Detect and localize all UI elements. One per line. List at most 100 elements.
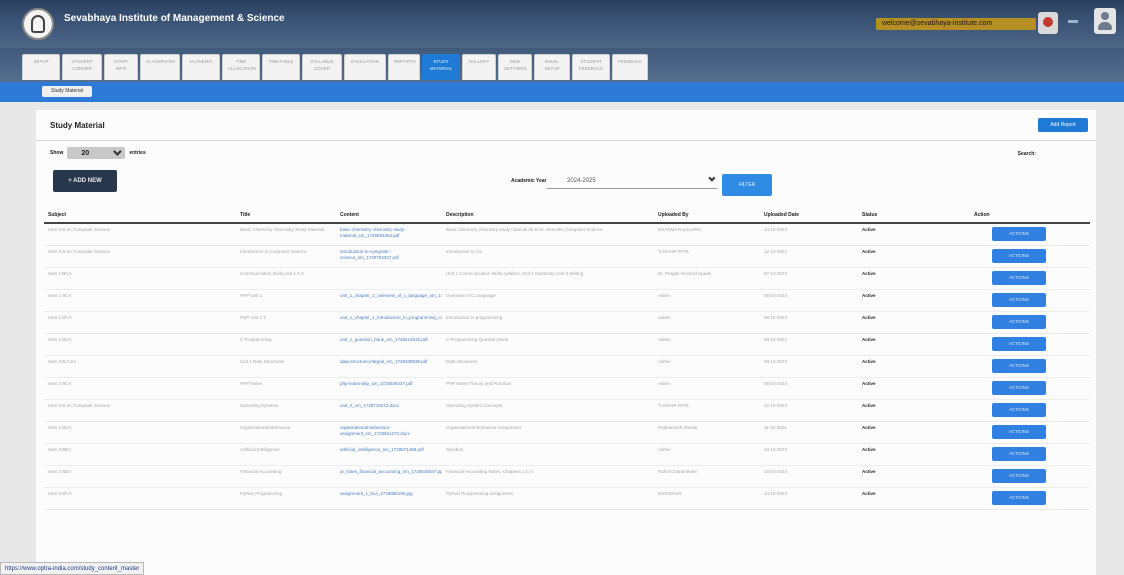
content-link[interactable]: ai_notes_financial_accounting_sm_1728548… (336, 465, 442, 488)
action-cell: ACTIONS (970, 487, 1090, 510)
description-cell: C Programming Question Bank (442, 333, 654, 356)
nav-tab-classroom[interactable]: CLASSROOM (140, 54, 180, 80)
subject-cell: Sem 3 BCA (44, 377, 236, 400)
user-email-badge[interactable]: welcome@sevabhaya-institute.com (876, 18, 1036, 30)
nav-tab-web-settings[interactable]: WEB SETTINGS (498, 54, 532, 80)
uploaded-date-cell: 12-10-2024 (760, 399, 858, 422)
content-link[interactable]: unit_1_question_bank_sm_1728410632.pdf (336, 333, 442, 356)
description-cell: Syllabus (442, 443, 654, 466)
action-cell: ACTIONS (970, 223, 1090, 246)
user-avatar-icon[interactable] (1094, 8, 1116, 34)
nav-tab-email-setup[interactable]: EMAIL SETUP (534, 54, 570, 80)
uploaded-by-cell: TUSHAR PATIL (654, 399, 760, 422)
column-header-content[interactable]: Content (336, 206, 442, 224)
main-navigation: SETUP STUDENT CORNER STAFF INFO CLASSROOM AC… (0, 48, 1124, 82)
add-new-button[interactable]: + ADD NEW (53, 170, 117, 192)
content-link[interactable]: basic-chemistry-chemistry-study-material… (336, 223, 442, 246)
actions-button[interactable]: ACTIONS (992, 314, 1046, 329)
uploaded-by-cell: Admin (654, 443, 760, 466)
actions-button[interactable]: ACTIONS (992, 446, 1046, 461)
entries-value: 20 (81, 149, 90, 157)
nav-tab-syllabus-cover[interactable]: SYLLABUS COVER (302, 54, 342, 80)
column-header-action[interactable]: Action (970, 206, 1090, 224)
shield-icon[interactable] (1038, 12, 1058, 34)
nav-tab-time-allocation[interactable]: TIME ALLOCATION (222, 54, 260, 80)
nav-tab-timetable[interactable]: TIMETABLE (262, 54, 300, 80)
actions-button[interactable]: ACTIONS (992, 402, 1046, 417)
content-link[interactable]: assignment_1_bca_1728886190.jpg (336, 487, 442, 510)
nav-tab-study-material[interactable]: STUDY MATERIAL (422, 54, 460, 80)
actions-button[interactable]: ACTIONS (992, 227, 1046, 241)
actions-button[interactable]: ACTIONS (992, 490, 1046, 505)
nav-tab-student-corner[interactable]: STUDENT CORNER (62, 54, 102, 80)
actions-button[interactable]: ACTIONS (992, 336, 1046, 351)
description-cell: Operating System Concepts (442, 399, 654, 422)
entries-select[interactable]: 20 (67, 147, 126, 159)
column-header-title[interactable]: Title (236, 206, 336, 224)
action-cell: ACTIONS (970, 289, 1090, 312)
institute-logo-icon[interactable] (22, 8, 54, 40)
action-cell: ACTIONS (970, 267, 1090, 290)
description-cell: Financial Accounting Notes, Chapters 1 t… (442, 465, 654, 488)
content-link[interactable]: organisational-behaviour-assignment_sm_1… (336, 421, 442, 444)
nav-tab-reports[interactable]: REPORTS (388, 54, 420, 80)
uploaded-by-cell: TUSHAR PATIL (654, 245, 760, 268)
description-cell: Data Structures (442, 355, 654, 378)
actions-button[interactable]: ACTIONS (992, 270, 1046, 285)
subject-cell: Sem 1 BCA (44, 421, 236, 444)
add-report-button[interactable]: Add Report (1038, 118, 1088, 132)
column-header-status[interactable]: Status (858, 206, 970, 224)
status-cell: Active (858, 487, 970, 510)
study-material-table: Subject Title Content Description Uploaded B… (44, 206, 1090, 510)
subject-cell: Sem 1 BCA (44, 267, 236, 290)
study-material-subnav-button[interactable]: Study Material (42, 86, 92, 97)
title-cell: Operating Systems (236, 399, 336, 422)
title-cell: Artificial Intelligence (236, 443, 336, 466)
subject-cell: Sem 3 BCA (44, 487, 236, 510)
table-row: Sem 1 BCA Organisational Behaviour organis… (44, 421, 1090, 444)
column-header-description[interactable]: Description (442, 206, 654, 224)
actions-button[interactable]: ACTIONS (992, 358, 1046, 373)
actions-button[interactable]: ACTIONS (992, 380, 1046, 395)
nav-tab-staff-info[interactable]: STAFF INFO (104, 54, 138, 80)
content-link[interactable]: data-structure-integral_sm_1728408838.pd… (336, 355, 442, 378)
table-row: Sem 1 BCA Communication Skills Unit 1 2 3… (44, 267, 1090, 290)
nav-tab-student-feedback[interactable]: STUDENT FEEDBACK (572, 54, 610, 80)
status-cell: Active (858, 399, 970, 422)
column-header-uploaded-date[interactable]: Uploaded Date (760, 206, 858, 224)
uploaded-by-cell: Rahul Chandrakant (654, 465, 760, 488)
content-link[interactable]: php-notes-php_sm_1728408237.pdf (336, 377, 442, 400)
actions-button[interactable]: ACTIONS (992, 468, 1046, 483)
nav-tab-gallery[interactable]: GALLERY (462, 54, 496, 80)
status-cell: Active (858, 333, 970, 356)
filter-button[interactable]: FILTER (722, 174, 772, 196)
description-cell: Python Programming Assignment (442, 487, 654, 510)
chevron-down-icon[interactable] (1068, 18, 1086, 26)
column-header-subject[interactable]: Subject (44, 206, 236, 224)
uploaded-date-cell: 10-10-2024 (760, 465, 858, 488)
title-cell: Financial Accounting (236, 465, 336, 488)
column-header-uploaded-by[interactable]: Uploaded By (654, 206, 760, 224)
status-bar-url: https://www.optra-india.com/study_conten… (0, 562, 145, 575)
actions-button[interactable]: ACTIONS (992, 292, 1046, 307)
content-link[interactable]: unit_2_sm_1728716072.docx (336, 399, 442, 422)
academic-year-select[interactable]: 2024-2025 (547, 173, 717, 189)
content-link[interactable]: unit_1_chapter_1_introduction_to_program… (336, 311, 442, 334)
action-cell: ACTIONS (970, 377, 1090, 400)
content-link[interactable]: artificial_intelligence_sm_1728571468.pd… (336, 443, 442, 466)
actions-button[interactable]: ACTIONS (992, 424, 1046, 439)
nav-tab-feedback[interactable]: FEEDBACK (612, 54, 648, 80)
uploaded-by-cell: Admin (654, 289, 760, 312)
content-link[interactable]: introduction-to-computer-science_sm_1728… (336, 245, 442, 268)
uploaded-date-cell: 08-10-2024 (760, 311, 858, 334)
content-link[interactable] (336, 267, 442, 290)
nav-tab-evaluation[interactable]: EVALUATION (344, 54, 386, 80)
page-title: Study Material (50, 121, 105, 130)
nav-tab-academic[interactable]: ACADEMIC (182, 54, 220, 80)
subject-cell: Sem 1 BCA (44, 289, 236, 312)
uploaded-date-cell: 08-10-2024 (760, 289, 858, 312)
table-row: Sem 1 BCA C Programming unit_1_question_ba… (44, 333, 1090, 356)
actions-button[interactable]: ACTIONS (992, 248, 1046, 263)
nav-tab-setup[interactable]: SETUP (22, 54, 60, 80)
content-link[interactable]: unit_1_chapter_2_overview_of_c_language_… (336, 289, 442, 312)
